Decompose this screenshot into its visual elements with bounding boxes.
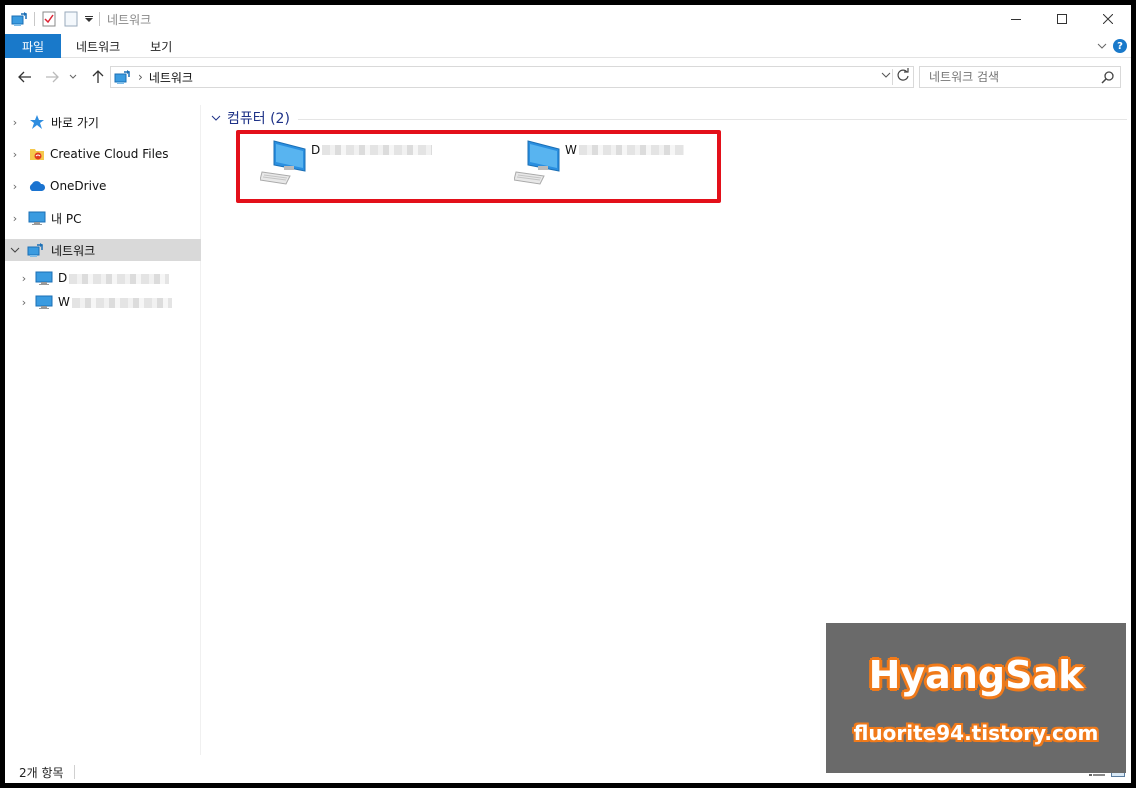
watermark-title: HyangSak [868,653,1084,697]
computer-icon [259,139,306,185]
new-folder-icon[interactable] [62,10,80,28]
item-count: 2개 항목 [19,765,64,780]
tab-network[interactable]: 네트워크 [61,34,135,58]
sidebar-item-onedrive[interactable]: › OneDrive [5,175,201,197]
computer-icon [35,270,53,286]
sidebar-item-label: 바로 가기 [51,115,99,130]
refresh-button[interactable] [896,68,910,86]
sidebar-item-this-pc[interactable]: › 내 PC [5,207,201,229]
computer-item-w[interactable]: W [513,139,754,199]
group-title: 컴퓨터 (2) [227,111,290,127]
ribbon-right-controls: ? [1097,34,1131,58]
tab-file[interactable]: 파일 [5,34,61,58]
title-bar: 네트워크 [5,5,1131,33]
creative-cloud-folder-icon [28,146,46,162]
chevron-down-icon[interactable] [211,112,221,125]
up-button[interactable] [88,67,108,87]
address-dropdown-button[interactable] [881,69,891,82]
maximize-button[interactable] [1039,5,1085,33]
onedrive-cloud-icon [28,178,46,194]
breadcrumb-separator-icon[interactable]: › [138,70,143,84]
group-divider [297,118,1127,120]
properties-icon[interactable] [40,10,58,28]
monitor-icon [28,210,46,226]
up-arrow-icon [92,70,104,83]
chevron-right-icon[interactable]: › [18,272,30,285]
search-box[interactable] [919,66,1121,88]
ribbon-tabs: 파일 네트워크 보기 ? [5,34,1131,58]
forward-button[interactable] [42,67,62,87]
network-icon [11,10,29,28]
forward-arrow-icon [46,71,59,83]
close-button[interactable] [1085,5,1131,33]
tab-view[interactable]: 보기 [135,34,187,58]
network-icon [114,69,132,85]
redacted-name [578,145,684,155]
sidebar-item-computer-w[interactable]: › W [5,291,201,313]
sidebar-item-label: 네트워크 [51,243,96,258]
chevron-down-icon [881,72,891,78]
breadcrumb-network[interactable]: 네트워크 [149,69,193,86]
recent-locations-button[interactable] [67,67,79,87]
star-icon [28,114,46,130]
separator [34,12,35,26]
refresh-icon [897,68,909,81]
sidebar-item-label: Creative Cloud Files [50,147,169,161]
navigation-pane: › 바로 가기 › Creative Cloud Files › OneDriv… [5,105,201,755]
computer-name: W [565,143,684,157]
computer-item-d[interactable]: D [259,139,500,199]
address-bar[interactable]: › 네트워크 [110,66,914,88]
window-title: 네트워크 [107,12,152,27]
chevron-right-icon[interactable]: › [9,212,21,225]
search-input[interactable] [920,70,1090,84]
separator [99,12,100,26]
minimize-button[interactable] [993,5,1039,33]
watermark: HyangSak fluorite94.tistory.com [826,623,1126,773]
quick-access-toolbar: 네트워크 [5,5,151,33]
chevron-right-icon[interactable]: › [9,148,21,161]
separator [73,765,75,779]
redacted-name [71,297,172,308]
redacted-name [69,273,170,284]
network-icon [27,242,45,258]
separator [892,69,893,85]
navigation-bar: › 네트워크 [5,63,1131,91]
sidebar-item-label: OneDrive [50,179,107,193]
computer-icon [513,139,560,185]
chevron-right-icon[interactable]: › [18,296,30,309]
sidebar-item-computer-d[interactable]: › D [5,267,201,289]
computer-icon [35,294,53,310]
sidebar-item-label: D [58,271,170,285]
search-icon[interactable] [1101,70,1115,87]
window-controls [993,5,1131,33]
chevron-down-icon [69,74,77,79]
sidebar-item-network[interactable]: 네트워크 [5,239,201,261]
chevron-right-icon[interactable]: › [9,116,21,129]
back-button[interactable] [15,67,35,87]
back-arrow-icon [18,71,31,83]
redacted-name [322,145,433,155]
sidebar-item-quick-access[interactable]: › 바로 가기 [5,111,201,133]
chevron-down-icon[interactable] [9,244,21,257]
help-button[interactable]: ? [1113,39,1127,53]
chevron-down-icon[interactable] [1097,39,1107,53]
sidebar-item-creative-cloud[interactable]: › Creative Cloud Files [5,143,201,165]
group-header-computers[interactable]: 컴퓨터 (2) [209,108,1127,128]
explorer-window: 네트워크 파일 네트워크 보기 ? › 네트워크 네트워크 검색 › 바로 가기… [5,5,1131,783]
sidebar-item-label: W [58,295,172,309]
watermark-url: fluorite94.tistory.com [853,721,1099,745]
sidebar-item-label: 내 PC [51,211,82,226]
chevron-right-icon[interactable]: › [9,180,21,193]
computer-name: D [311,143,433,157]
customize-dropdown-icon[interactable] [84,10,94,28]
